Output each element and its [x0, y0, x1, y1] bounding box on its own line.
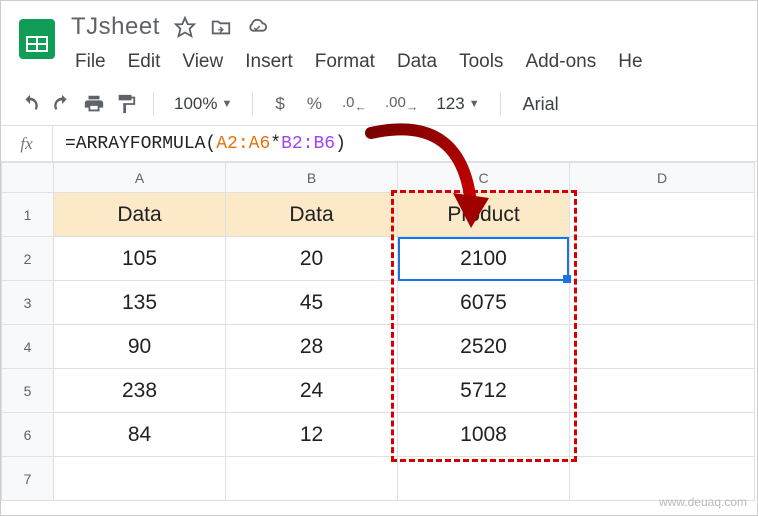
row-header-5[interactable]: 5 — [2, 369, 54, 413]
row-header-4[interactable]: 4 — [2, 325, 54, 369]
number-format-selector[interactable]: 123 ▼ — [430, 94, 485, 114]
cell-D2[interactable] — [570, 237, 755, 281]
document-title[interactable]: TJsheet — [71, 13, 160, 41]
toolbar: 100% ▼ $ % .0← .00→ 123 ▼ Arial — [1, 83, 757, 126]
app-header: TJsheet File Edit View Insert Format Dat… — [1, 1, 757, 83]
cell-D6[interactable] — [570, 413, 755, 457]
cell-C6[interactable]: 1008 — [398, 413, 570, 457]
cell-B6[interactable]: 12 — [226, 413, 398, 457]
menu-format[interactable]: Format — [315, 51, 375, 73]
cell-B4[interactable]: 28 — [226, 325, 398, 369]
menu-edit[interactable]: Edit — [128, 51, 161, 73]
menu-file[interactable]: File — [75, 51, 106, 73]
star-icon[interactable] — [174, 16, 196, 38]
undo-icon[interactable] — [17, 91, 43, 117]
increase-decimal-button[interactable]: .00→ — [379, 94, 424, 114]
column-header-D[interactable]: D — [570, 163, 755, 193]
select-all-corner[interactable] — [2, 163, 54, 193]
cell-A4[interactable]: 90 — [54, 325, 226, 369]
cell-A7[interactable] — [54, 457, 226, 501]
cell-B5[interactable]: 24 — [226, 369, 398, 413]
cell-D1[interactable] — [570, 193, 755, 237]
formula-range2: B2:B6 — [281, 134, 335, 154]
cell-A2[interactable]: 105 — [54, 237, 226, 281]
chevron-down-icon: ▼ — [469, 98, 480, 110]
cell-D3[interactable] — [570, 281, 755, 325]
cell-C1[interactable]: Product — [398, 193, 570, 237]
cell-D4[interactable] — [570, 325, 755, 369]
row-header-2[interactable]: 2 — [2, 237, 54, 281]
cell-B7[interactable] — [226, 457, 398, 501]
column-header-B[interactable]: B — [226, 163, 398, 193]
watermark-text: www.deuaq.com — [659, 495, 747, 509]
formula-range1: A2:A6 — [216, 134, 270, 154]
formula-op: * — [270, 134, 281, 154]
cell-C2[interactable]: 2100 — [398, 237, 570, 281]
cell-B2[interactable]: 20 — [226, 237, 398, 281]
row-header-7[interactable]: 7 — [2, 457, 54, 501]
cell-C7[interactable] — [398, 457, 570, 501]
toolbar-separator — [153, 92, 154, 116]
cell-C4[interactable]: 2520 — [398, 325, 570, 369]
cell-C5[interactable]: 5712 — [398, 369, 570, 413]
formula-suffix: ) — [335, 134, 346, 154]
formula-bar: fx =ARRAYFORMULA(A2:A6*B2:B6) — [1, 126, 757, 162]
menu-bar: File Edit View Insert Format Data Tools … — [71, 45, 745, 83]
column-header-A[interactable]: A — [54, 163, 226, 193]
toolbar-separator — [500, 92, 501, 116]
menu-data[interactable]: Data — [397, 51, 437, 73]
formula-prefix: =ARRAYFORMULA( — [65, 134, 216, 154]
fx-label[interactable]: fx — [1, 126, 53, 161]
redo-icon[interactable] — [49, 91, 75, 117]
decrease-decimal-button[interactable]: .0← — [336, 94, 373, 114]
menu-view[interactable]: View — [182, 51, 223, 73]
print-icon[interactable] — [81, 91, 107, 117]
column-header-C[interactable]: C — [398, 163, 570, 193]
font-selector[interactable]: Arial — [515, 94, 567, 115]
cell-A3[interactable]: 135 — [54, 281, 226, 325]
percent-button[interactable]: % — [299, 94, 330, 114]
cell-A1[interactable]: Data — [54, 193, 226, 237]
spreadsheet-grid[interactable]: A B C D 1 Data Data Product 2 105 20 210… — [1, 162, 757, 501]
row-header-3[interactable]: 3 — [2, 281, 54, 325]
chevron-down-icon: ▼ — [221, 98, 232, 110]
cell-C3[interactable]: 6075 — [398, 281, 570, 325]
cell-A5[interactable]: 238 — [54, 369, 226, 413]
menu-insert[interactable]: Insert — [245, 51, 293, 73]
cloud-status-icon[interactable] — [246, 16, 268, 38]
row-header-1[interactable]: 1 — [2, 193, 54, 237]
sheets-logo-icon[interactable] — [13, 15, 61, 63]
cell-D7[interactable] — [570, 457, 755, 501]
cell-B3[interactable]: 45 — [226, 281, 398, 325]
row-header-6[interactable]: 6 — [2, 413, 54, 457]
menu-addons[interactable]: Add-ons — [525, 51, 596, 73]
toolbar-separator — [252, 92, 253, 116]
cell-A6[interactable]: 84 — [54, 413, 226, 457]
cell-D5[interactable] — [570, 369, 755, 413]
currency-button[interactable]: $ — [267, 94, 292, 114]
move-folder-icon[interactable] — [210, 16, 232, 38]
menu-tools[interactable]: Tools — [459, 51, 503, 73]
zoom-value: 100% — [174, 94, 217, 114]
zoom-selector[interactable]: 100% ▼ — [168, 94, 238, 114]
formula-input[interactable]: =ARRAYFORMULA(A2:A6*B2:B6) — [53, 134, 346, 154]
cell-B1[interactable]: Data — [226, 193, 398, 237]
menu-help[interactable]: He — [618, 51, 642, 73]
paint-format-icon[interactable] — [113, 91, 139, 117]
